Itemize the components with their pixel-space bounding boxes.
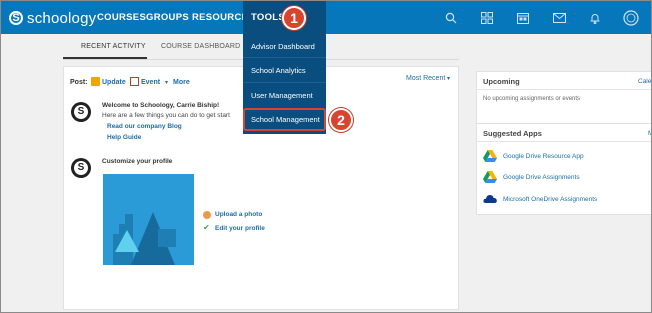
onedrive-cloud-icon [483,195,497,203]
upload-photo-icon [203,211,211,219]
menu-item-user-management[interactable]: User Management [251,91,313,100]
more-chevron-icon: ▾ [165,80,169,86]
bell-icon[interactable] [581,1,609,34]
app-google-drive-assignments[interactable]: Google Drive Assignments [483,170,580,184]
checkmark-icon: ✔ [203,223,210,232]
logo-text: schoology [27,9,97,27]
grid-icon[interactable] [473,1,501,34]
tab-recent-activity[interactable]: RECENT ACTIVITY [81,43,146,50]
schoology-avatar: S [71,102,91,122]
post-event-link[interactable]: Event [141,79,160,86]
event-icon [130,77,139,86]
search-icon[interactable] [437,1,465,34]
schoology-avatar-2: S [71,158,91,178]
callout-badge-2: 2 [329,108,353,132]
company-blog-link[interactable]: Read our company Blog [107,123,182,130]
mail-icon[interactable] [545,1,573,34]
suggested-apps-title: Suggested Apps [483,129,542,138]
post-label: Post: [70,79,88,86]
profile-icon[interactable] [617,1,645,34]
header-icons [429,1,645,34]
menu-item-school-analytics[interactable]: School Analytics [251,66,306,75]
school-management-label: School Management [251,115,320,124]
upcoming-divider [477,89,651,90]
edit-profile-link[interactable]: Edit your profile [215,225,265,232]
profile-placeholder-image[interactable] [103,174,194,265]
menu-separator [243,82,326,83]
app-label: Microsoft OneDrive Assignments [503,195,598,203]
screenshot-frame: S schoology COURSES GROUPS RESOURCES TOO… [0,0,652,313]
calendar-icon[interactable] [509,1,537,34]
customize-profile-title: Customize your profile [102,158,173,165]
logo-mark: S [9,11,23,25]
app-label: Google Drive Resource App [503,152,584,160]
menu-separator [243,57,326,58]
upcoming-calendar-link[interactable]: Cale [638,78,651,85]
update-icon [91,77,100,86]
menu-item-advisor-dashboard[interactable]: Advisor Dashboard [251,42,315,51]
callout-badge-1: 1 [282,6,306,30]
menu-item-school-management[interactable]: School Management [243,108,326,131]
post-update-link[interactable]: Update [102,79,126,86]
upcoming-title: Upcoming [483,77,520,86]
suggested-apps-more-link[interactable]: M [648,130,651,137]
upload-photo-link[interactable]: Upload a photo [215,211,262,218]
help-guide-link[interactable]: Help Guide [107,134,141,141]
app-onedrive-assignments[interactable]: Microsoft OneDrive Assignments [483,192,597,206]
sort-most-recent[interactable]: Most Recent [406,75,445,82]
post-more-link[interactable]: More [173,79,190,86]
app-google-drive-resource[interactable]: Google Drive Resource App [483,149,584,163]
main-content: RECENT ACTIVITY COURSE DASHBOARD Post: U… [1,34,651,312]
welcome-title: Welcome to Schoology, Carrie Biship! [102,102,220,109]
tab-course-dashboard[interactable]: COURSE DASHBOARD [161,43,240,50]
schoology-logo[interactable]: S schoology [9,8,96,28]
welcome-text: Here are a few things you can do to get … [102,112,230,119]
upcoming-empty-text: No upcoming assignments or events [483,96,581,102]
app-label: Google Drive Assignments [503,173,580,181]
top-navigation-bar: S schoology COURSES GROUPS RESOURCES TOO… [1,1,651,34]
google-drive-icon [483,150,497,162]
sort-chevron-icon[interactable]: ▾ [447,75,450,82]
apps-divider [477,141,651,142]
google-drive-icon [483,171,497,183]
